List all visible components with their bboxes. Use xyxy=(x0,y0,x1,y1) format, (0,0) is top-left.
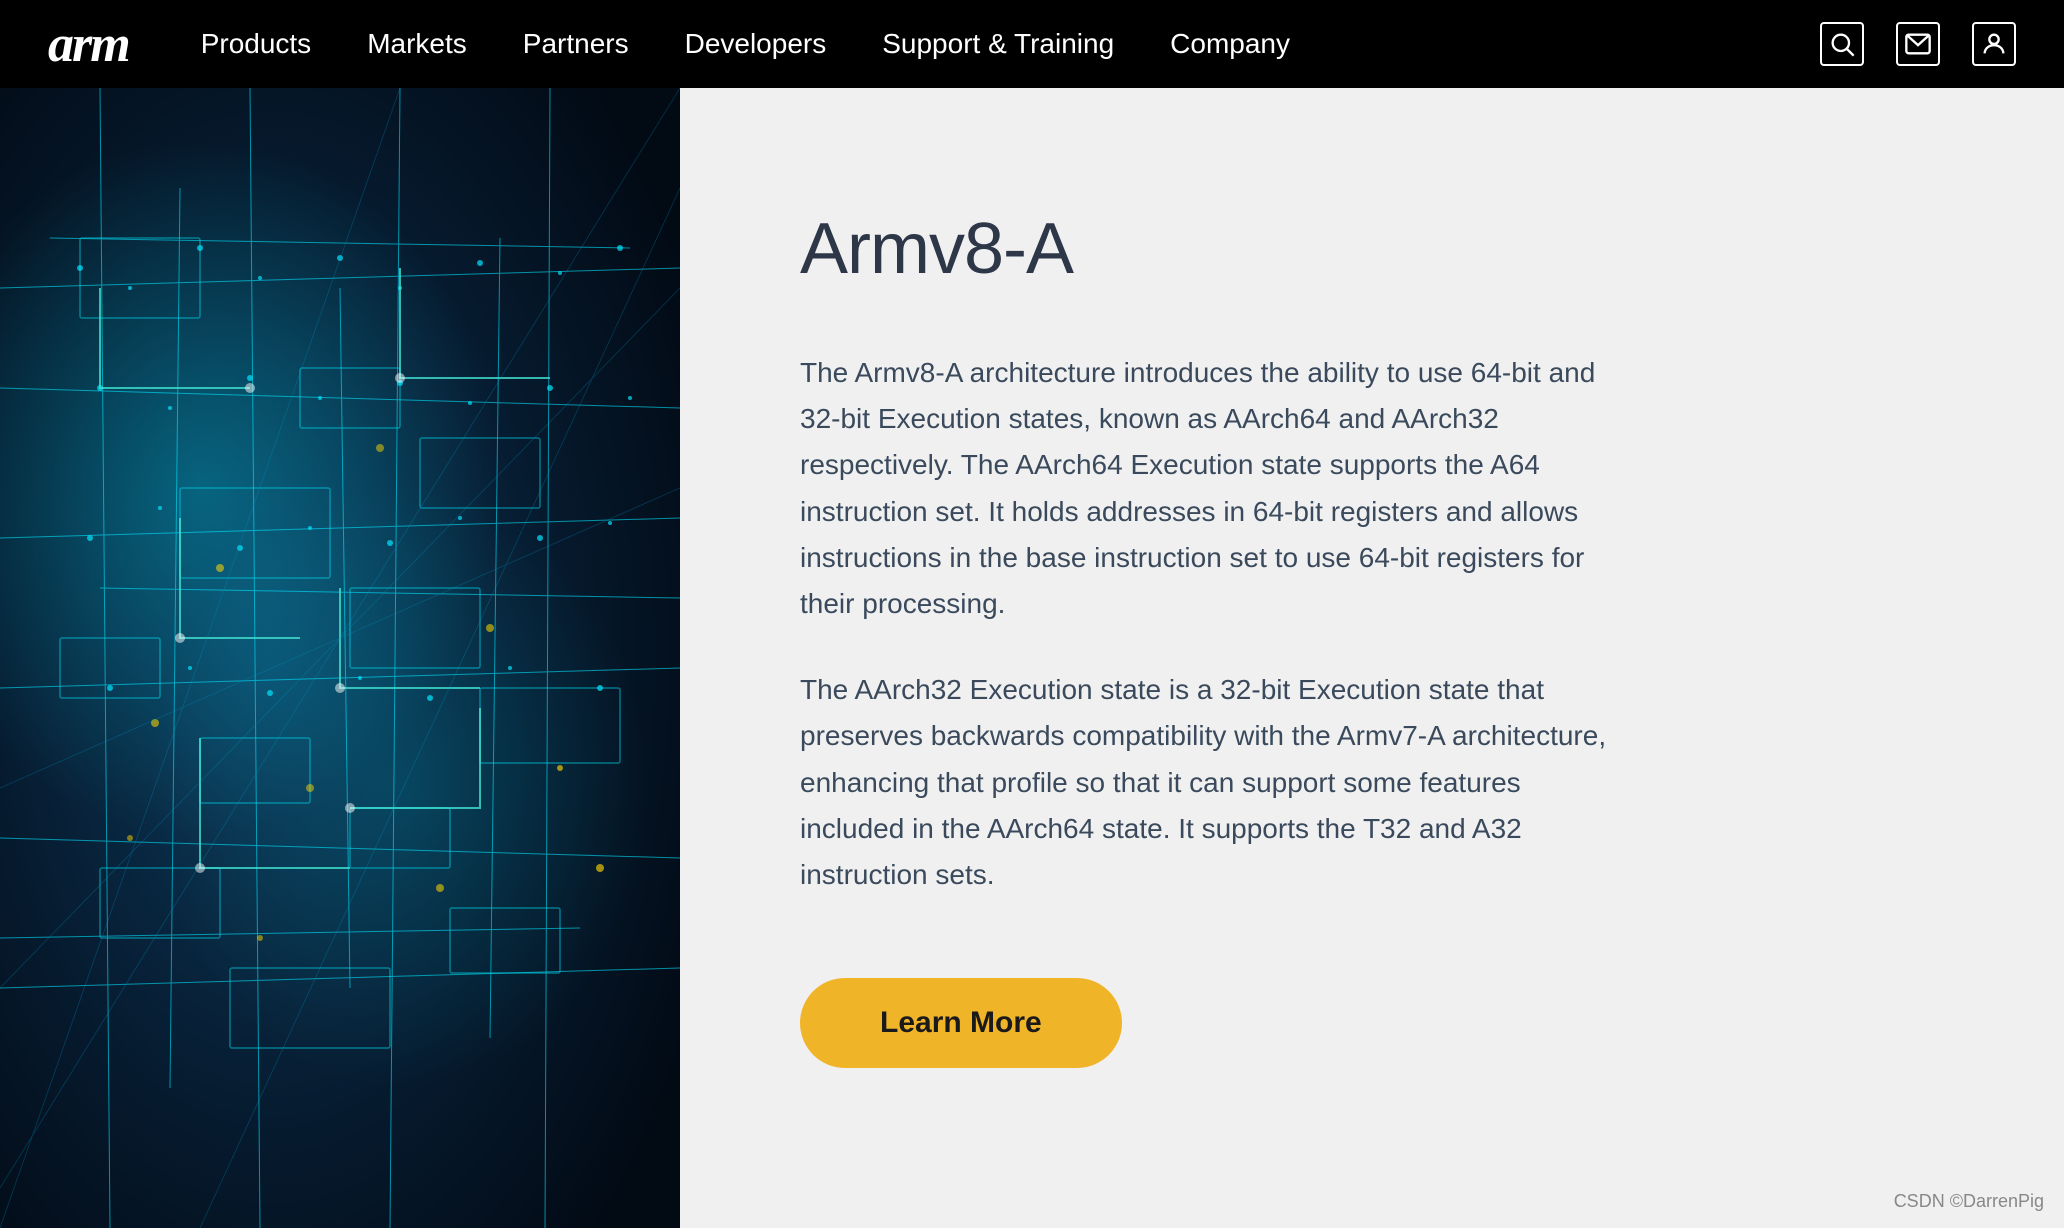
main-nav: Products Markets Partners Developers Sup… xyxy=(201,28,1820,60)
content-paragraph-1: The Armv8-A architecture introduces the … xyxy=(800,350,1620,627)
mail-icon[interactable] xyxy=(1896,22,1940,66)
nav-item-markets[interactable]: Markets xyxy=(367,28,467,60)
header-icon-group xyxy=(1820,22,2016,66)
page-title: Armv8-A xyxy=(800,208,1944,290)
nav-item-products[interactable]: Products xyxy=(201,28,312,60)
learn-more-button[interactable]: Learn More xyxy=(800,978,1122,1068)
nav-item-company[interactable]: Company xyxy=(1170,28,1290,60)
arm-logo[interactable]: arm xyxy=(48,15,129,74)
nav-item-partners[interactable]: Partners xyxy=(523,28,629,60)
content-panel: Armv8-A The Armv8-A architecture introdu… xyxy=(680,88,2064,1228)
user-icon[interactable] xyxy=(1972,22,2016,66)
main-content: Armv8-A The Armv8-A architecture introdu… xyxy=(0,88,2064,1228)
content-paragraph-2: The AArch32 Execution state is a 32-bit … xyxy=(800,667,1620,898)
watermark-text: CSDN ©DarrenPig xyxy=(1894,1191,2044,1212)
hero-image-panel xyxy=(0,88,680,1228)
nav-item-developers[interactable]: Developers xyxy=(685,28,827,60)
header: arm Products Markets Partners Developers… xyxy=(0,0,2064,88)
nav-item-support-training[interactable]: Support & Training xyxy=(882,28,1114,60)
search-icon[interactable] xyxy=(1820,22,1864,66)
